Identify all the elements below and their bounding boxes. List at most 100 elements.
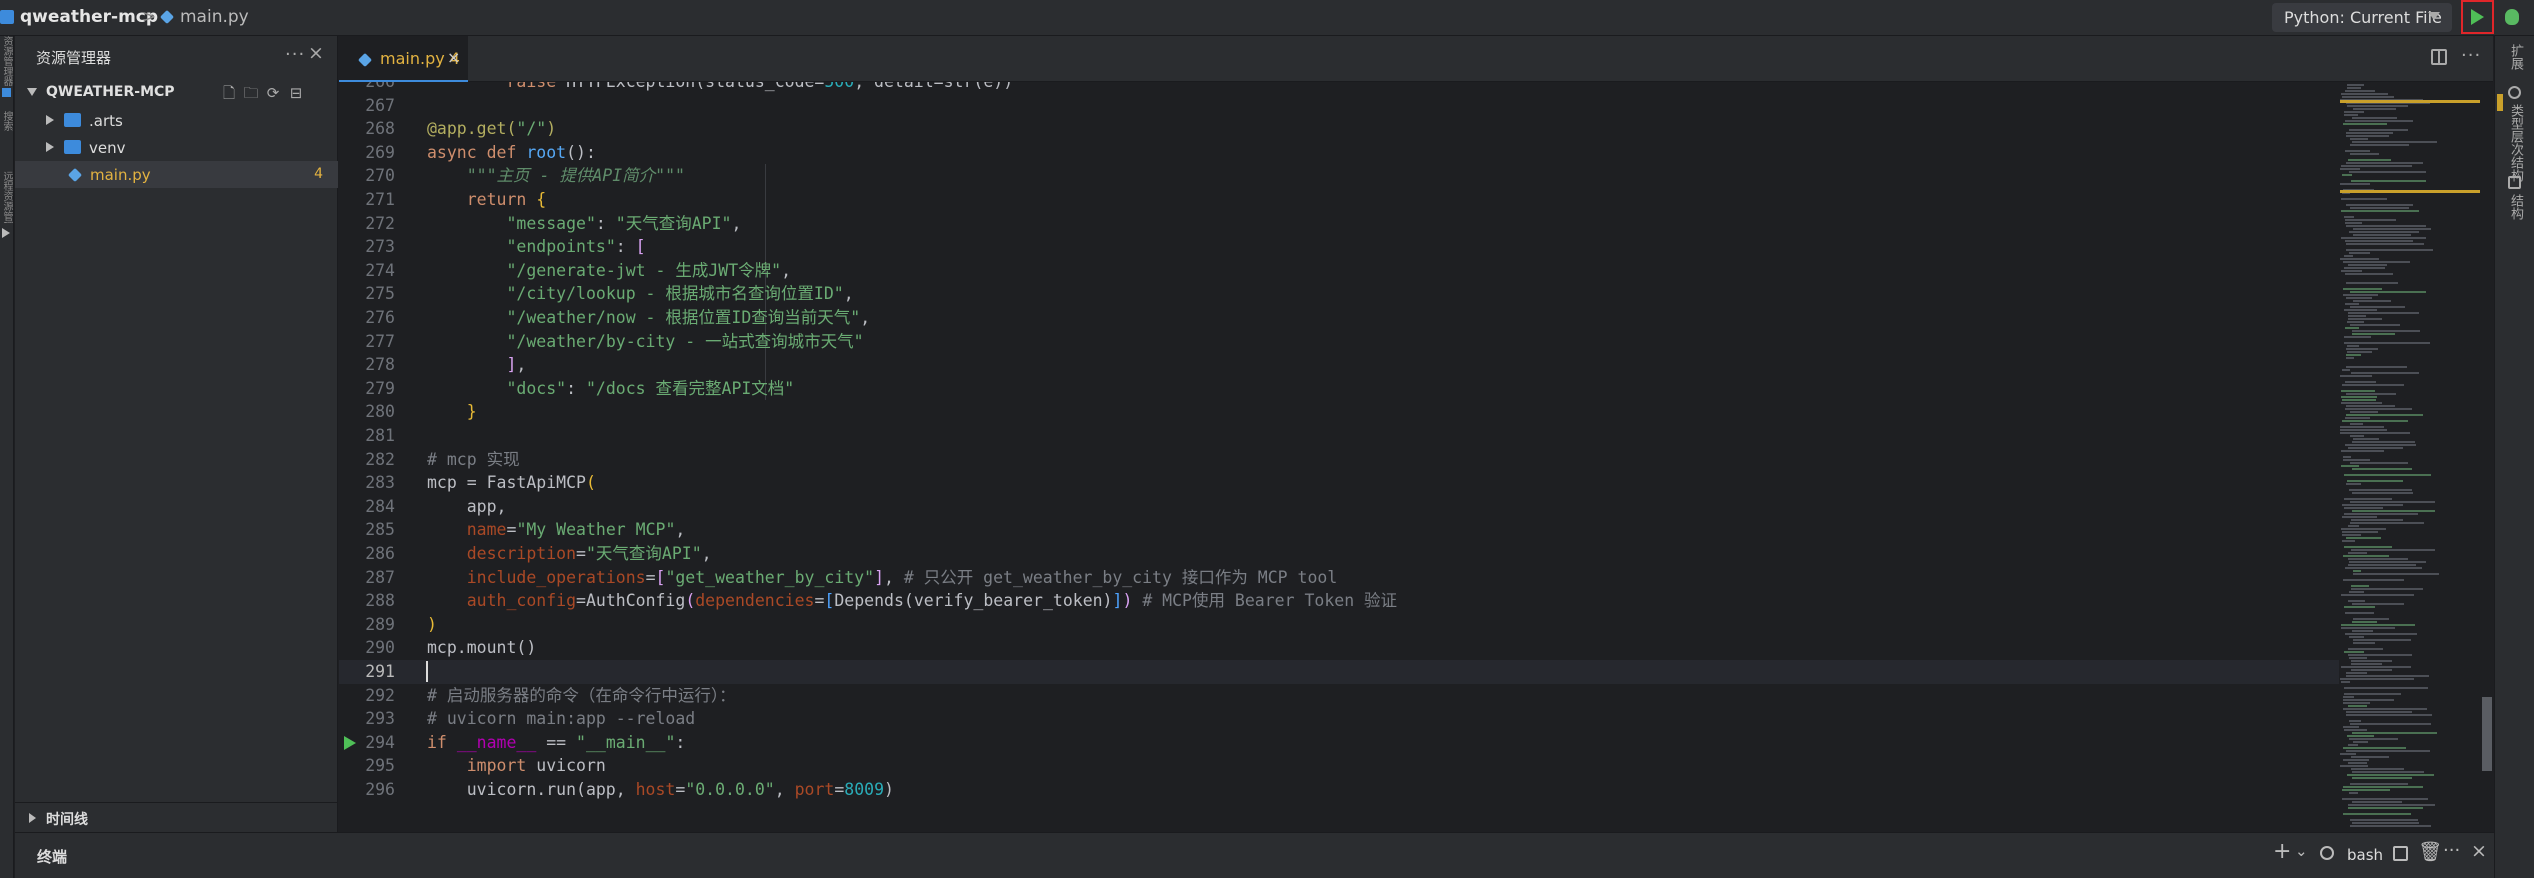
hierarchy-icon[interactable]: [2508, 86, 2521, 99]
scrollbar-thumb[interactable]: [2482, 697, 2492, 771]
code-token: ): [1122, 591, 1133, 611]
minimap-line: [2345, 633, 2417, 635]
code-line[interactable]: 279 "docs": "/docs 查看完整API文档": [339, 377, 2339, 401]
line-number: 293: [365, 709, 395, 729]
minimap-line: [2343, 579, 2404, 581]
code-line[interactable]: 295 import uvicorn: [339, 754, 2339, 778]
more-actions-icon[interactable]: ···: [2461, 45, 2481, 66]
split-editor-icon[interactable]: [2431, 49, 2447, 65]
new-folder-icon[interactable]: 🗀: [241, 83, 261, 103]
explorer-tool-label[interactable]: 资源管理器: [0, 36, 14, 86]
more-actions-icon[interactable]: ···: [285, 44, 305, 65]
code-line[interactable]: 271 return {: [339, 188, 2339, 212]
code-line[interactable]: 274 "/generate-jwt - 生成JWT令牌",: [339, 259, 2339, 283]
tab-main-py[interactable]: main.py 4 ×: [339, 36, 468, 82]
code-line[interactable]: 293 # uvicorn main:app --reload: [339, 707, 2339, 731]
code-line[interactable]: 292 # 启动服务器的命令（在命令行中运行）：: [339, 684, 2339, 708]
search-tool-label[interactable]: 搜索: [0, 111, 14, 147]
expand-icon[interactable]: [2, 228, 10, 238]
trash-icon[interactable]: 🗑: [2418, 840, 2442, 863]
code-line[interactable]: 287 include_operations=["get_weather_by_…: [339, 566, 2339, 590]
minimap-line: [2351, 549, 2435, 551]
remote-explorer-tool-label[interactable]: 远程资源管理器: [0, 171, 14, 223]
line-number: 268: [365, 119, 395, 139]
minimap-line: [2344, 342, 2430, 344]
code-line[interactable]: 277 "/weather/by-city - 一站式查询城市天气": [339, 330, 2339, 354]
project-root-row[interactable]: QWEATHER-MCP 🗋 🗀 ⟳ ⊟: [15, 80, 338, 106]
code-line[interactable]: 267: [339, 94, 2339, 118]
structure-icon[interactable]: [2508, 176, 2521, 189]
code-line[interactable]: 275 "/city/lookup - 根据城市名查询位置ID",: [339, 282, 2339, 306]
code-token: name: [466, 520, 507, 540]
minimap[interactable]: [2340, 82, 2493, 832]
debug-button[interactable]: [2499, 4, 2525, 30]
code-line[interactable]: 289): [339, 613, 2339, 637]
run-button[interactable]: [2461, 0, 2494, 34]
terminal-title[interactable]: 终端: [37, 846, 67, 867]
code-line[interactable]: 283 mcp = FastApiMCP(: [339, 471, 2339, 495]
tree-item-venv[interactable]: venv: [15, 134, 338, 161]
collapse-all-icon[interactable]: ⊟: [286, 83, 306, 103]
code-line[interactable]: 296 uvicorn.run(app, host="0.0.0.0", por…: [339, 778, 2339, 802]
run-gutter-icon[interactable]: [344, 735, 356, 750]
python-file-icon: [357, 52, 373, 68]
minimap-line: [2352, 771, 2424, 773]
code-text: ): [427, 613, 437, 637]
breadcrumb-file[interactable]: main.py: [159, 0, 249, 34]
close-panel-icon[interactable]: ×: [2471, 840, 2487, 862]
code-line[interactable]: 286 description="天气查询API",: [339, 542, 2339, 566]
extensions-tool-label[interactable]: 扩展: [2506, 44, 2525, 70]
structure-tool-label[interactable]: 结构: [2506, 194, 2525, 220]
timeline-section[interactable]: 时间线: [15, 802, 338, 832]
play-icon: [2471, 9, 2484, 25]
code-line[interactable]: 294 if __name__ == "__main__":: [339, 731, 2339, 755]
terminal-shell-label[interactable]: bash: [2347, 846, 2383, 864]
code-line[interactable]: 288 auth_config=AuthConfig(dependencies=…: [339, 589, 2339, 613]
code-line[interactable]: 285 name="My Weather MCP",: [339, 518, 2339, 542]
add-terminal-icon[interactable]: +: [2273, 839, 2291, 864]
code-line[interactable]: 272 "message": "天气查询API",: [339, 212, 2339, 236]
code-line[interactable]: 281: [339, 424, 2339, 448]
close-tab-icon[interactable]: ×: [447, 48, 460, 67]
code-line[interactable]: 269 async def root():: [339, 141, 2339, 165]
code-line[interactable]: 280 }: [339, 400, 2339, 424]
code-line[interactable]: 290 mcp.mount(): [339, 636, 2339, 660]
code-token: ,: [731, 213, 742, 233]
code-line[interactable]: 268 @app.get("/"): [339, 117, 2339, 141]
chevron-down-icon[interactable]: ⌄: [2295, 842, 2308, 860]
tree-item-main-py[interactable]: main.py 4: [15, 161, 338, 188]
minimap-line: [2341, 210, 2419, 212]
code-line[interactable]: 284 app,: [339, 495, 2339, 519]
tree-item-arts[interactable]: .arts: [15, 107, 338, 134]
code-token: description: [466, 544, 577, 563]
code-token: app,: [427, 496, 507, 516]
type-hierarchy-tool-label[interactable]: 类型层次结构: [2506, 104, 2525, 182]
line-number: 296: [365, 780, 395, 799]
code-text: raise HTTPException(status_code=500, det…: [427, 82, 1013, 94]
minimap-line: [2351, 660, 2392, 662]
ide-window: qweather-mcp > main.py Python: Current F…: [0, 0, 2534, 878]
more-actions-icon[interactable]: ···: [2443, 840, 2460, 861]
code-line[interactable]: 291: [339, 660, 2339, 684]
code-token: ): [884, 780, 894, 799]
new-file-icon[interactable]: 🗋: [219, 83, 239, 103]
code-line[interactable]: 278 ],: [339, 353, 2339, 377]
refresh-icon[interactable]: ⟳: [263, 83, 283, 103]
code-line[interactable]: 266 raise HTTPException(status_code=500,…: [339, 82, 2339, 94]
code-line[interactable]: 270 """主页 - 提供API简介""": [339, 164, 2339, 188]
code-line[interactable]: 282 # mcp 实现: [339, 448, 2339, 472]
code-line[interactable]: 276 "/weather/now - 根据位置ID查询当前天气",: [339, 306, 2339, 330]
code-line[interactable]: 273 "endpoints": [: [339, 235, 2339, 259]
line-number: 277: [365, 331, 395, 351]
code-editor[interactable]: 266 raise HTTPException(status_code=500,…: [339, 82, 2493, 832]
run-configuration-select[interactable]: Python: Current File: [2272, 3, 2452, 32]
line-number: 278: [365, 355, 395, 375]
breadcrumb-project[interactable]: qweather-mcp: [0, 0, 158, 34]
code-token: ): [427, 614, 437, 634]
split-terminal-icon[interactable]: [2393, 846, 2408, 861]
minimap-line: [2349, 489, 2412, 491]
minimap-line: [2345, 417, 2370, 419]
close-panel-icon[interactable]: ×: [308, 42, 324, 64]
minimap-line: [2348, 558, 2408, 560]
minimap-line: [2350, 306, 2405, 308]
